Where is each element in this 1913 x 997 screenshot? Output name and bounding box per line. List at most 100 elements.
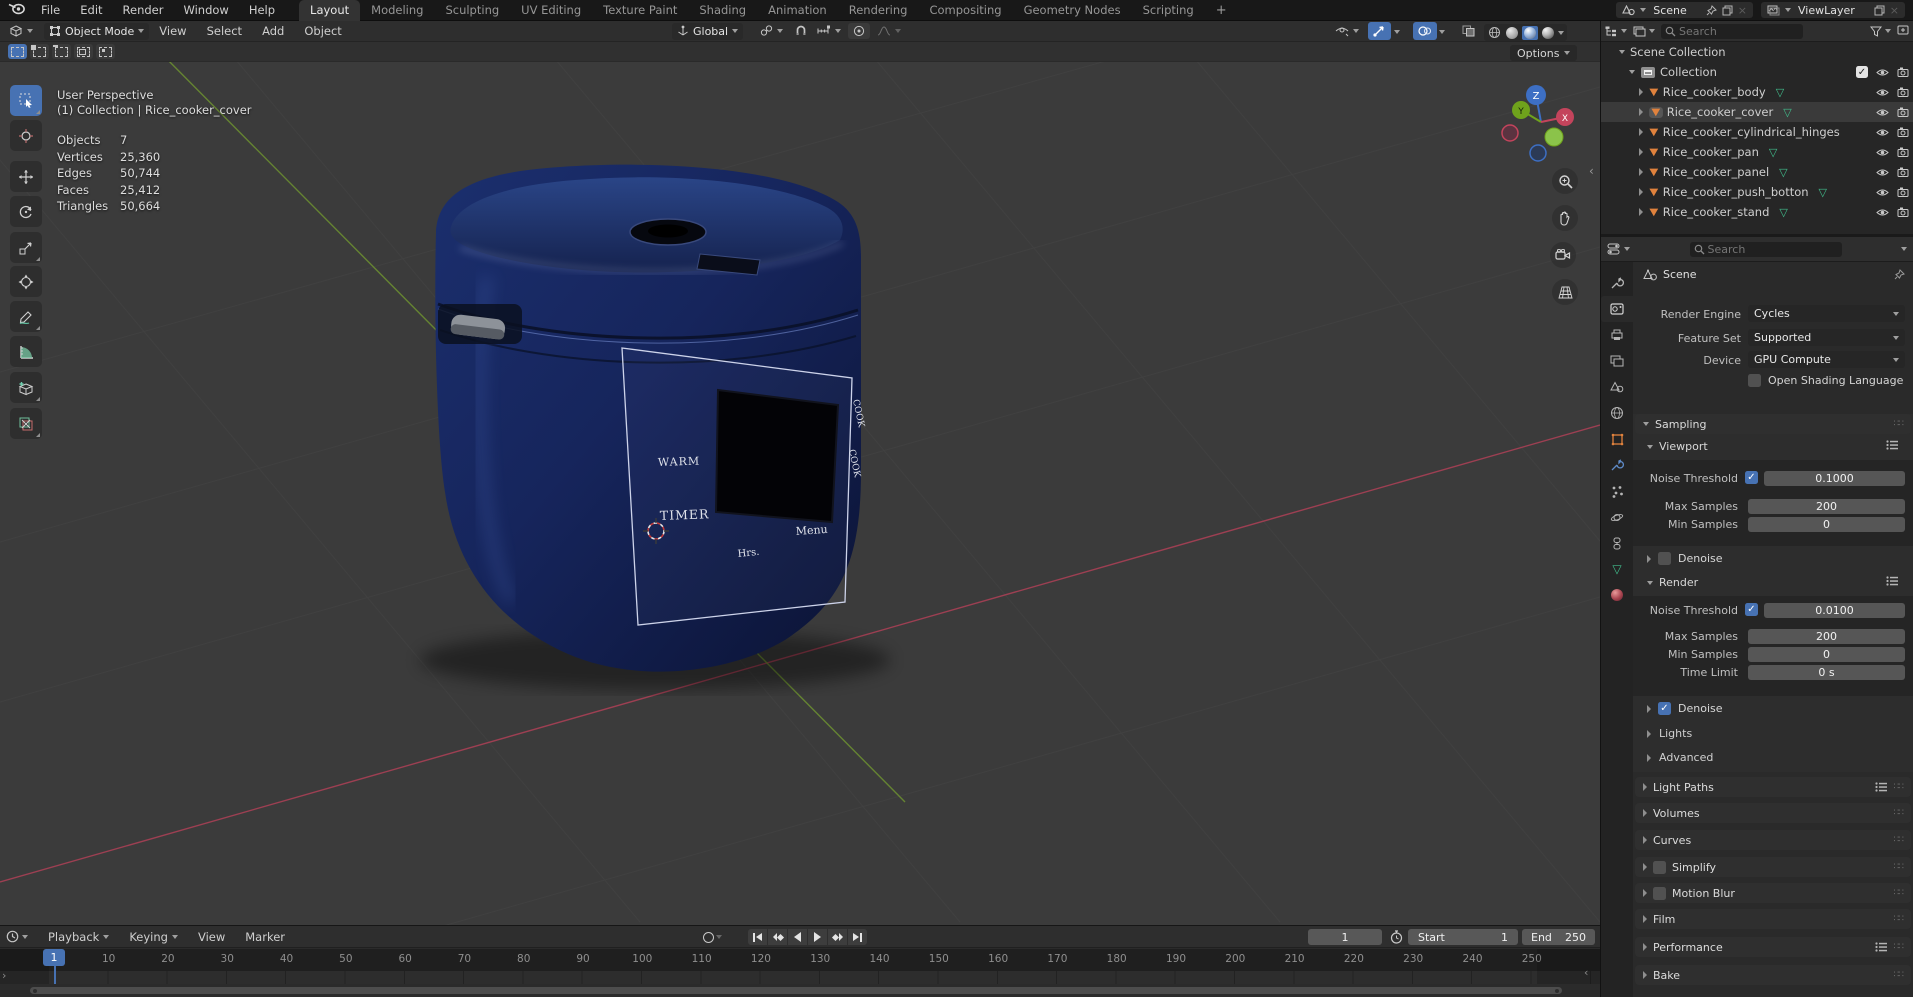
proportional-falloff-button[interactable]: [872, 23, 906, 39]
performance-presets-icon[interactable]: [1874, 942, 1888, 952]
hide-eye-icon[interactable]: [1876, 148, 1889, 157]
gizmo-minus-x-axis[interactable]: [1501, 124, 1519, 142]
tool-cursor[interactable]: [10, 120, 42, 151]
sampling-panel-header[interactable]: Sampling ∷∷: [1635, 414, 1911, 434]
motion-blur-checkbox[interactable]: [1653, 886, 1666, 900]
outliner-row-object[interactable]: ▼ Rice_cooker_cylindrical_hinges: [1601, 122, 1913, 142]
panel-film[interactable]: Film ∷∷: [1635, 909, 1911, 929]
scene-collection-expand-icon[interactable]: [1619, 50, 1625, 54]
vp-denoise-row[interactable]: Denoise: [1647, 552, 1723, 565]
tab-output[interactable]: [1601, 322, 1633, 348]
editor-type-button[interactable]: [4, 23, 38, 39]
timeline-menu-playback[interactable]: Playback: [38, 926, 119, 947]
workspace-tab-uv-editing[interactable]: UV Editing: [510, 0, 592, 21]
select-mode-extend-button[interactable]: [30, 44, 49, 59]
rn-denoise-checkbox[interactable]: ✓: [1658, 702, 1671, 715]
hide-eye-icon[interactable]: [1876, 188, 1889, 197]
properties-editor-type-button[interactable]: [1607, 243, 1630, 255]
tool-annotate[interactable]: [10, 301, 42, 332]
tool-transform[interactable]: [10, 266, 42, 297]
object-expand-icon[interactable]: [1639, 108, 1643, 116]
tool-measure[interactable]: [10, 336, 42, 367]
viewport-menu-select[interactable]: Select: [197, 21, 252, 41]
options-dropdown[interactable]: Options: [1510, 45, 1578, 61]
viewport-menu-object[interactable]: Object: [294, 21, 351, 41]
timeline-collapse-arrow[interactable]: ‹: [1584, 966, 1588, 979]
rn-denoise-row[interactable]: ✓ Denoise: [1647, 702, 1723, 715]
new-collection-button[interactable]: [1897, 24, 1909, 38]
shading-rendered-button[interactable]: [1541, 26, 1555, 40]
hide-eye-icon[interactable]: [1876, 208, 1889, 217]
panel-performance[interactable]: Performance ∷∷: [1635, 937, 1911, 957]
tool-move[interactable]: [10, 161, 42, 192]
pivot-point-button[interactable]: [755, 23, 788, 39]
timeline-expand-arrow[interactable]: ›: [2, 969, 6, 982]
workspace-tab-rendering[interactable]: Rendering: [838, 0, 919, 21]
camera-view-button[interactable]: [1550, 242, 1576, 268]
gizmos-toggle[interactable]: [1368, 22, 1391, 40]
osl-checkbox[interactable]: [1748, 374, 1761, 387]
panel-simplify[interactable]: Simplify ∷∷: [1635, 857, 1911, 877]
select-mode-intersect-button[interactable]: [96, 44, 115, 59]
disable-render-camera-icon[interactable]: [1897, 207, 1909, 217]
feature-set-dropdown[interactable]: Supported: [1748, 329, 1905, 346]
object-expand-icon[interactable]: [1639, 208, 1643, 216]
mode-selector[interactable]: Object Mode: [44, 22, 150, 40]
stopwatch-icon[interactable]: [1390, 930, 1403, 944]
hide-eye-icon[interactable]: [1876, 88, 1889, 97]
xray-toggle[interactable]: [1457, 23, 1480, 39]
zoom-button[interactable]: [1552, 168, 1578, 194]
outliner-filter-button[interactable]: [1870, 26, 1891, 37]
vp-noise-threshold-field[interactable]: 0.1000: [1764, 471, 1905, 486]
light-paths-grip-icon[interactable]: ∷∷: [1894, 782, 1905, 792]
current-frame-field[interactable]: 1: [1308, 929, 1382, 945]
outliner-row-object[interactable]: ▼ Rice_cooker_push_botton ▽: [1601, 182, 1913, 202]
performance-grip-icon[interactable]: ∷∷: [1894, 942, 1905, 952]
outliner-row-object[interactable]: ▼ Rice_cooker_body ▽: [1601, 82, 1913, 102]
light-paths-presets-icon[interactable]: [1874, 782, 1888, 792]
shading-solid-button[interactable]: [1505, 26, 1519, 40]
start-frame-field[interactable]: Start 1: [1408, 929, 1518, 945]
viewport-menu-add[interactable]: Add: [252, 21, 294, 41]
overlays-toggle[interactable]: [1413, 22, 1437, 40]
tab-physics[interactable]: [1601, 504, 1633, 530]
tab-render[interactable]: [1601, 296, 1633, 322]
rn-time-limit-field[interactable]: 0 s: [1748, 665, 1905, 680]
workspace-tab-compositing[interactable]: Compositing: [918, 0, 1012, 21]
workspace-tab-modeling[interactable]: Modeling: [360, 0, 434, 21]
workspace-tab-sculpting[interactable]: Sculpting: [434, 0, 510, 21]
shading-material-button[interactable]: [1522, 25, 1538, 40]
tab-modifiers[interactable]: [1601, 452, 1633, 478]
hide-eye-icon[interactable]: [1876, 68, 1889, 77]
workspace-tab-animation[interactable]: Animation: [757, 0, 838, 21]
tool-scale[interactable]: [10, 232, 42, 263]
workspace-tab-texture-paint[interactable]: Texture Paint: [592, 0, 688, 21]
snap-toggle-button[interactable]: [790, 23, 812, 39]
blender-logo-icon[interactable]: [8, 2, 25, 18]
proportional-editing-button[interactable]: [848, 23, 870, 39]
rn-noise-threshold-field[interactable]: 0.0100: [1764, 603, 1905, 618]
viewlayer-selector[interactable]: ViewLayer ×: [1761, 2, 1905, 18]
rn-max-samples-field[interactable]: 200: [1748, 629, 1905, 644]
tab-view-layer[interactable]: [1601, 348, 1633, 374]
overlays-chevron-icon[interactable]: [1439, 30, 1445, 34]
lights-subpanel-header[interactable]: Lights: [1647, 727, 1692, 740]
outliner-search-input[interactable]: [1661, 23, 1803, 39]
new-scene-icon[interactable]: [1722, 5, 1733, 16]
new-viewlayer-icon[interactable]: [1874, 5, 1885, 16]
add-workspace-button[interactable]: +: [1205, 0, 1238, 21]
volumes-grip-icon[interactable]: ∷∷: [1894, 808, 1905, 818]
object-expand-icon[interactable]: [1639, 188, 1643, 196]
tab-constraints[interactable]: [1601, 530, 1633, 556]
workspace-tab-geometry-nodes[interactable]: Geometry Nodes: [1013, 0, 1132, 21]
scrollbar-left-handle[interactable]: [33, 988, 37, 993]
tab-scene[interactable]: [1601, 374, 1633, 400]
tab-object[interactable]: [1601, 426, 1633, 452]
menu-render[interactable]: Render: [113, 0, 174, 20]
bake-grip-icon[interactable]: ∷∷: [1894, 970, 1905, 980]
show-gizmo-dropdown[interactable]: [1330, 23, 1364, 39]
hide-eye-icon[interactable]: [1876, 168, 1889, 177]
panel-volumes[interactable]: Volumes ∷∷: [1635, 803, 1911, 823]
disable-render-camera-icon[interactable]: [1897, 147, 1909, 157]
tool-select-box[interactable]: [10, 85, 42, 116]
